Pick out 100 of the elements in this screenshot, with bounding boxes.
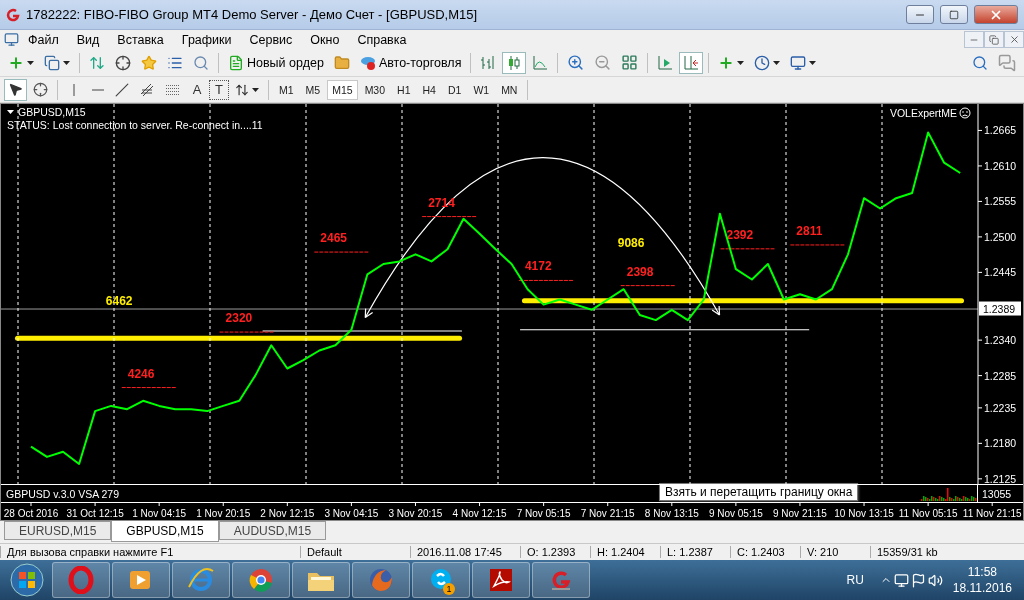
timeframe-button[interactable]: MN	[496, 79, 523, 100]
axis-label: 8 Nov 13:15	[644, 508, 699, 519]
text-tool-button[interactable]: A	[187, 79, 207, 100]
axis-label: 1.2285	[984, 369, 1017, 382]
label-tool-button[interactable]: T	[209, 79, 229, 100]
menu-item[interactable]: Окно	[301, 32, 349, 47]
axis-label: 7 Nov 21:15	[580, 508, 635, 519]
diagonal-line-icon	[115, 82, 129, 97]
volume-value: 4246	[127, 366, 155, 381]
axis-label: 11 Nov 21:15	[962, 508, 1022, 519]
restore-button[interactable]	[984, 31, 1004, 48]
close-button[interactable]	[1004, 31, 1024, 48]
windows-logo-icon	[10, 563, 44, 597]
volume-value: 2465	[320, 231, 348, 246]
volume-value: 6462	[105, 293, 133, 308]
ring-icon	[68, 566, 94, 594]
chart-symbol[interactable]: GBPUSD,M15	[18, 106, 86, 118]
axis-label: 1.2610	[984, 159, 1017, 172]
language-indicator[interactable]: RU	[846, 573, 864, 587]
taskbar-app[interactable]	[52, 562, 110, 598]
windows-icon	[44, 54, 60, 71]
chart-tab[interactable]: AUDUSD,M15	[218, 521, 327, 540]
monitor-icon	[893, 572, 909, 588]
timeframe-button[interactable]: M30	[359, 79, 391, 100]
menu-item[interactable]: Графики	[172, 32, 241, 47]
axis-label: 1.2500	[984, 230, 1017, 243]
caret-icon	[27, 60, 34, 65]
taskbar-app[interactable]	[232, 562, 290, 598]
axis-label: 1.2340	[984, 334, 1017, 347]
volume-marker-line	[518, 279, 574, 281]
magnifier-icon	[193, 54, 209, 71]
window-title: 1782222: FIBO-FIBO Group MT4 Demo Server - Демо Счет - [GBPUSD,M15]	[26, 7, 478, 22]
timeframe-button[interactable]: D1	[442, 79, 467, 100]
volume-icon	[927, 572, 943, 588]
taskbar-app[interactable]	[532, 562, 590, 598]
taskbar-app[interactable]	[172, 562, 230, 598]
menu-item[interactable]: Файл	[19, 32, 68, 47]
volume-marker-line	[421, 216, 477, 218]
star-icon	[141, 54, 157, 71]
logo-icon	[6, 7, 20, 22]
caret-icon	[63, 60, 70, 65]
timeframe-button[interactable]: M15	[327, 79, 358, 100]
chart-type-button[interactable]	[502, 51, 527, 74]
candlestick-icon	[506, 54, 523, 71]
menu-item[interactable]: Сервис	[240, 32, 302, 47]
close-button[interactable]	[974, 5, 1018, 24]
axis-label: 4 Nov 12:15	[452, 508, 507, 519]
grid-icon	[621, 54, 639, 71]
taskbar-app[interactable]	[112, 562, 170, 598]
crosshair-icon	[115, 54, 131, 71]
caret-icon	[773, 60, 781, 65]
axis-label: 13055	[981, 487, 1013, 500]
axis-label: 7 Nov 05:15	[516, 508, 571, 519]
timeframe-button[interactable]: W1	[468, 79, 495, 100]
browser-icon	[248, 567, 274, 593]
taskbar-app[interactable]	[352, 562, 410, 598]
menu-item[interactable]: Справка	[348, 32, 416, 47]
minimize-button[interactable]	[964, 31, 984, 48]
axis-label: 31 Oct 12:15	[66, 508, 124, 519]
zoom-in-icon	[567, 54, 585, 71]
axis-label: 1.2180	[984, 437, 1017, 450]
caret-icon	[252, 87, 259, 92]
chart-tab[interactable]: EURUSD,M15	[4, 521, 112, 540]
volume-value: 2392	[726, 227, 754, 242]
chart-shift-button[interactable]	[679, 51, 704, 74]
vertical-line-icon	[73, 83, 75, 96]
status-text: L: 1.2387	[660, 546, 730, 558]
status-text: C: 1.2403	[730, 546, 800, 558]
new-order-button[interactable]: Новый ордер	[224, 51, 328, 74]
close-icon	[1008, 34, 1020, 45]
caret-icon	[7, 110, 14, 114]
taskbar-app[interactable]: 1	[412, 562, 470, 598]
taskbar-app[interactable]	[472, 562, 530, 598]
timeframe-button[interactable]: M1	[274, 79, 299, 100]
axis-label: 11 Nov 05:15	[898, 508, 958, 519]
volume-value: 2398	[626, 264, 654, 279]
restore-icon	[989, 34, 999, 45]
autotrading-button[interactable]: Авто-торговля	[355, 51, 466, 74]
axis-label: 1 Nov 04:15	[132, 508, 187, 519]
status-text: Для вызова справки нажмите F1	[0, 546, 300, 558]
minimize-button[interactable]	[906, 5, 934, 24]
channel-icon	[139, 81, 155, 98]
horizontal-line-icon	[92, 88, 104, 91]
axis-label: 9 Nov 21:15	[773, 508, 827, 519]
maximize-button[interactable]	[940, 5, 968, 24]
menu-item[interactable]: Вставка	[108, 32, 173, 47]
caret-icon	[809, 60, 817, 65]
cursor-button[interactable]	[4, 78, 27, 101]
timeframe-button[interactable]: H1	[392, 79, 416, 100]
menu-item[interactable]: Вид	[67, 32, 109, 47]
clock-date: 18.11.2016	[952, 581, 1012, 595]
clock-icon	[754, 54, 771, 71]
timeframe-button[interactable]: H4	[417, 79, 441, 100]
status-text: STATUS: Lost connection to server. Re-connect in....11	[7, 119, 263, 131]
taskbar-app[interactable]	[292, 562, 350, 598]
chart-tab[interactable]: GBPUSD,M15	[111, 521, 219, 542]
timeframe-button[interactable]: M5	[300, 79, 326, 100]
volume-value: 2320	[225, 311, 253, 326]
axis-label: 28 Oct 2016	[3, 508, 59, 519]
axis-label: 1.2125	[984, 472, 1017, 484]
